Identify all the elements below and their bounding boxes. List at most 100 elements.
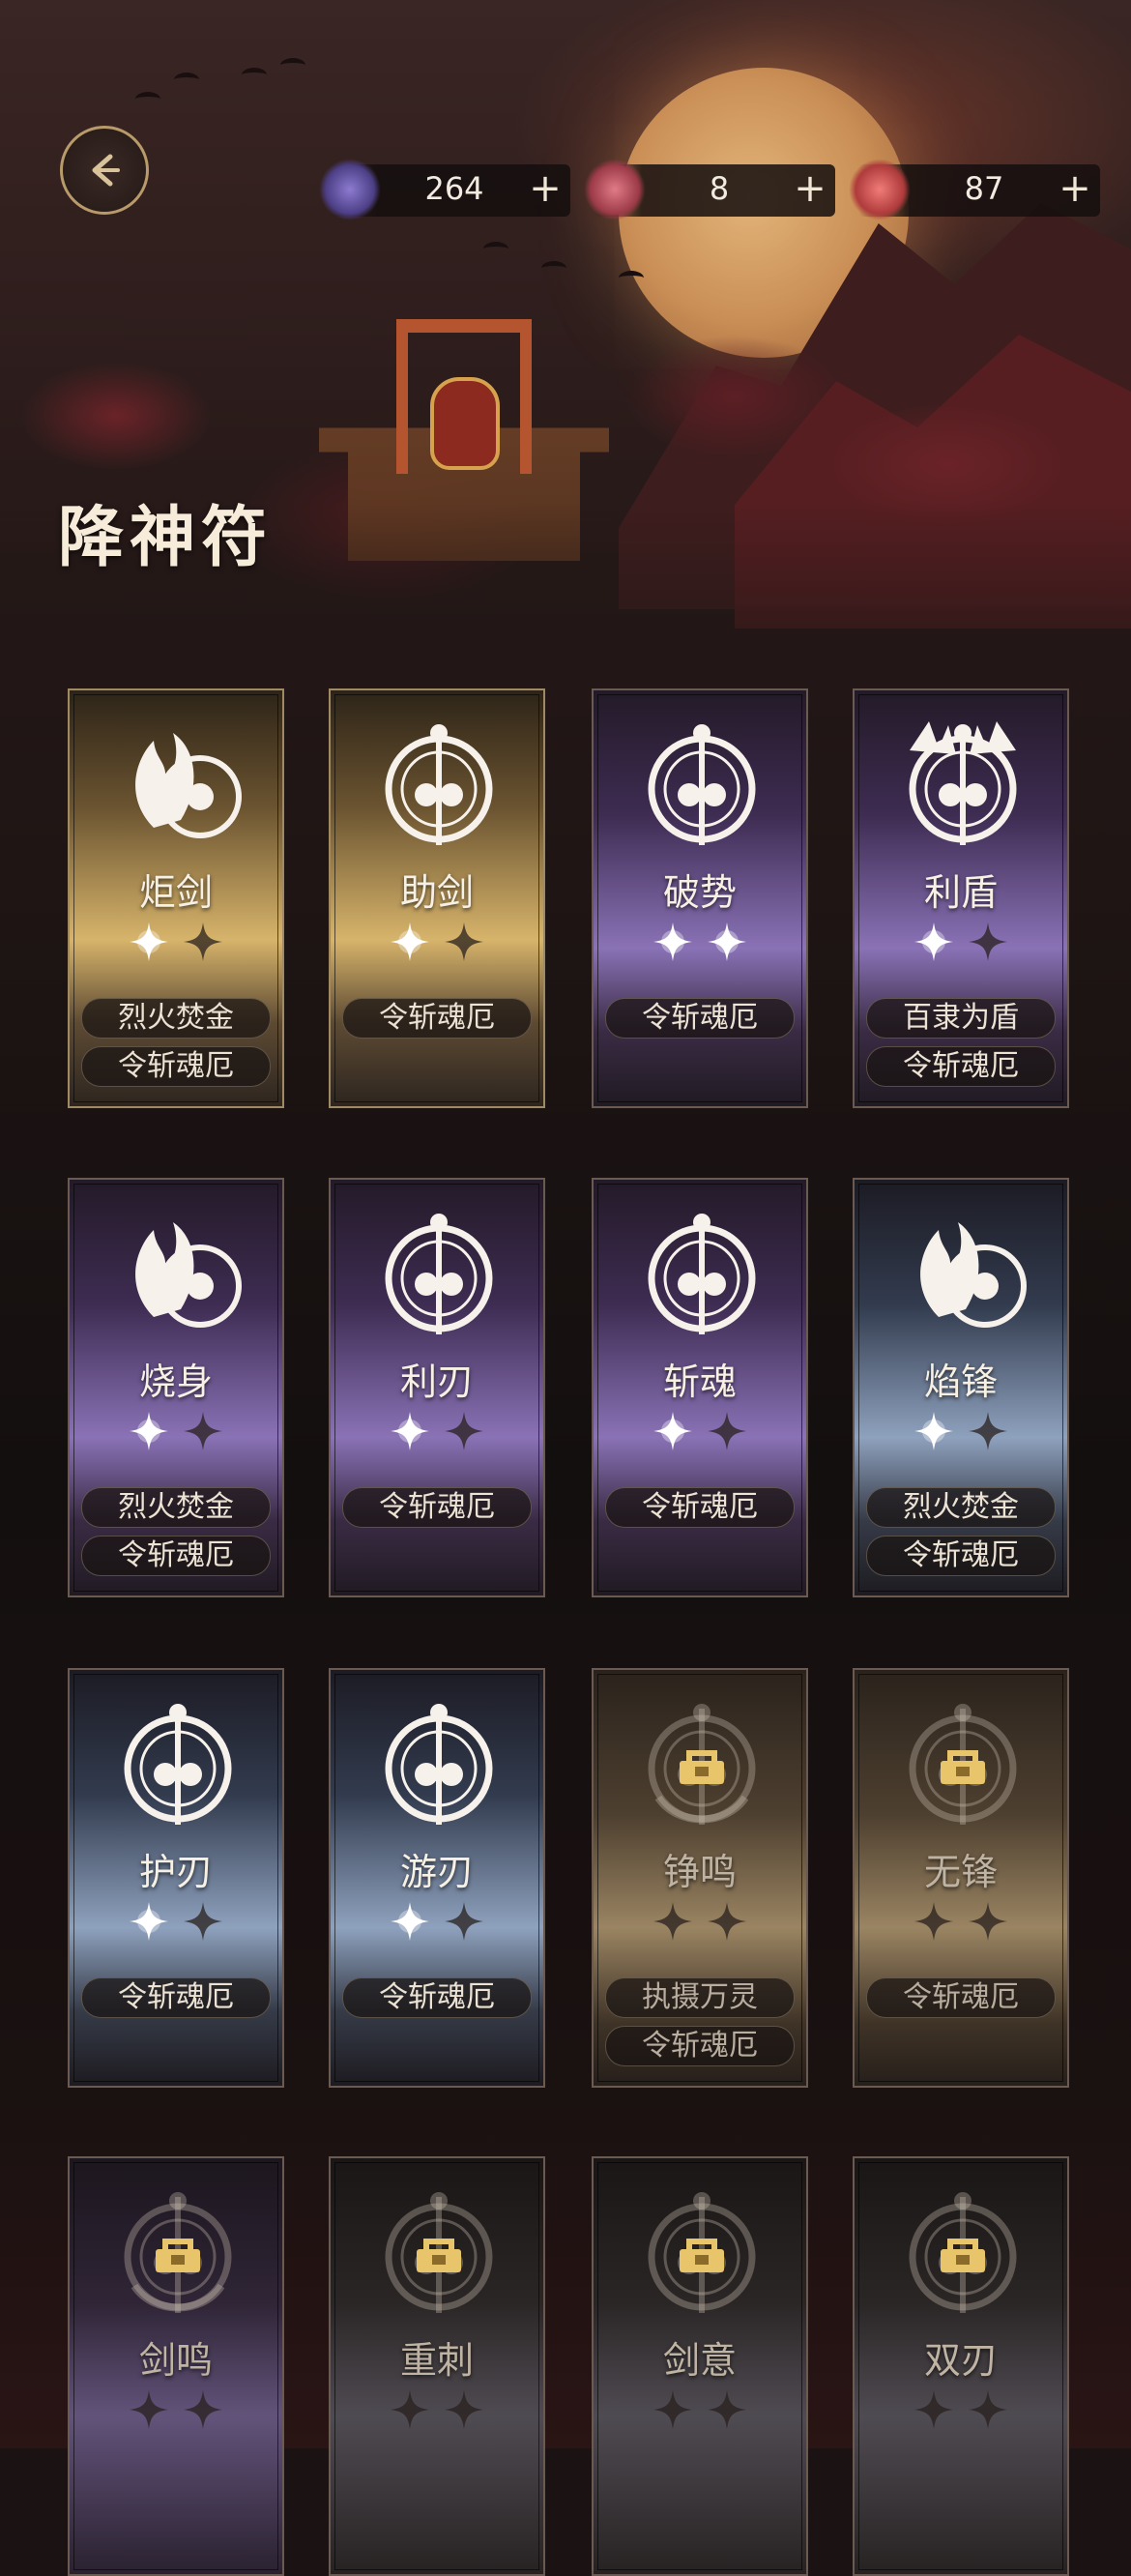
talisman-card[interactable]: 破势 令斩魂厄: [592, 688, 808, 1108]
star-empty-icon: [653, 2390, 692, 2429]
star-rating: [855, 1900, 1067, 1950]
card-name: 斩魂: [662, 1361, 737, 1403]
talisman-card[interactable]: 焰锋 烈火焚金 令斩魂厄: [853, 1178, 1069, 1597]
lock-icon: [939, 1747, 987, 1786]
star-filled-icon: [130, 1412, 168, 1450]
star-empty-icon: [445, 922, 483, 961]
card-tag: 烈火焚金: [81, 998, 271, 1039]
card-tag: 令斩魂厄: [342, 998, 532, 1039]
sword-circle-emblem-icon: [124, 1704, 232, 1825]
star-filled-icon: [914, 922, 953, 961]
card-emblem: [366, 1691, 511, 1836]
star-empty-icon: [969, 1412, 1007, 1450]
card-tag: 令斩魂厄: [866, 1046, 1056, 1087]
talisman-card[interactable]: 助剑 令斩魂厄: [329, 688, 545, 1108]
card-tag: 百隶为盾: [866, 998, 1056, 1039]
star-empty-icon: [914, 2390, 953, 2429]
card-name: 重刺: [399, 2339, 474, 2382]
star-empty-icon: [969, 2390, 1007, 2429]
talisman-card[interactable]: 铮鸣 执摄万灵 令斩魂厄: [592, 1668, 808, 2088]
talisman-card[interactable]: 双刃: [853, 2156, 1069, 2576]
demon-circle-emblem-icon: [909, 721, 1017, 845]
card-name: 利刃: [399, 1361, 474, 1403]
star-rating: [855, 921, 1067, 971]
card-tag: 令斩魂厄: [605, 998, 795, 1039]
star-filled-icon: [708, 922, 746, 961]
card-tag: 烈火焚金: [81, 1487, 271, 1528]
card-emblem: [105, 1201, 250, 1346]
star-filled-icon: [914, 1412, 953, 1450]
card-tag: 令斩魂厄: [81, 1046, 271, 1087]
card-emblem: [366, 712, 511, 857]
star-rating: [855, 2388, 1067, 2439]
star-empty-icon: [445, 2390, 483, 2429]
star-rating: [594, 921, 806, 971]
star-empty-icon: [708, 1412, 746, 1450]
card-name: 剑鸣: [138, 2339, 213, 2382]
card-name: 剑意: [662, 2339, 737, 2382]
lock-icon: [678, 2236, 726, 2274]
star-filled-icon: [391, 922, 429, 961]
star-filled-icon: [391, 1902, 429, 1941]
star-rating: [594, 1900, 806, 1950]
talisman-card[interactable]: 斩魂 令斩魂厄: [592, 1178, 808, 1597]
sword-circle-emblem-icon: [648, 724, 756, 845]
card-name: 铮鸣: [662, 1851, 737, 1893]
star-rating: [594, 1410, 806, 1460]
sword-circle-emblem-icon: [648, 1214, 756, 1334]
card-tag: 令斩魂厄: [81, 1536, 271, 1576]
talisman-card[interactable]: 无锋 令斩魂厄: [853, 1668, 1069, 2088]
card-emblem: [890, 712, 1035, 857]
star-empty-icon: [969, 922, 1007, 961]
card-name: 利盾: [923, 871, 998, 914]
lock-icon: [415, 2236, 463, 2274]
star-rating: [70, 921, 282, 971]
star-filled-icon: [653, 1412, 692, 1450]
star-filled-icon: [130, 922, 168, 961]
star-empty-icon: [445, 1412, 483, 1450]
flame-circle-emblem-icon: [135, 1222, 242, 1328]
card-name: 护刃: [138, 1851, 213, 1893]
star-filled-icon: [391, 1412, 429, 1450]
star-filled-icon: [130, 1902, 168, 1941]
sword-circle-emblem-icon: [385, 1704, 493, 1825]
star-filled-icon: [653, 922, 692, 961]
card-name: 烧身: [138, 1361, 213, 1403]
sword-circle-emblem-icon: [385, 1214, 493, 1334]
talisman-card[interactable]: 剑意: [592, 2156, 808, 2576]
talisman-card[interactable]: 游刃 令斩魂厄: [329, 1668, 545, 2088]
card-emblem: [629, 1201, 774, 1346]
card-name: 双刃: [923, 2339, 998, 2382]
card-name: 助剑: [399, 871, 474, 914]
card-tag: 执摄万灵: [605, 1977, 795, 2018]
star-rating: [70, 2388, 282, 2439]
sword-circle-emblem-icon: [385, 724, 493, 845]
card-emblem: [890, 1201, 1035, 1346]
talisman-card[interactable]: 炬剑烈火焚金令斩魂厄: [68, 688, 284, 1108]
card-emblem: [105, 712, 250, 857]
talisman-card[interactable]: 护刃 令斩魂厄: [68, 1668, 284, 2088]
star-empty-icon: [653, 1902, 692, 1941]
star-rating: [331, 2388, 543, 2439]
card-emblem: [105, 1691, 250, 1836]
star-empty-icon: [184, 1412, 222, 1450]
talisman-card[interactable]: 烧身烈火焚金令斩魂厄: [68, 1178, 284, 1597]
star-rating: [331, 1410, 543, 1460]
star-rating: [70, 1410, 282, 1460]
star-empty-icon: [391, 2390, 429, 2429]
talisman-card[interactable]: 剑鸣: [68, 2156, 284, 2576]
star-empty-icon: [914, 1902, 953, 1941]
flame-circle-emblem-icon: [135, 733, 242, 838]
star-empty-icon: [969, 1902, 1007, 1941]
talisman-card[interactable]: 利盾百隶为盾令斩魂厄: [853, 688, 1069, 1108]
talisman-card[interactable]: 重刺: [329, 2156, 545, 2576]
talisman-card[interactable]: 利刃 令斩魂厄: [329, 1178, 545, 1597]
card-tag: 烈火焚金: [866, 1487, 1056, 1528]
card-tag: 令斩魂厄: [866, 1536, 1056, 1576]
star-rating: [594, 2388, 806, 2439]
card-name: 炬剑: [138, 871, 213, 914]
star-empty-icon: [184, 922, 222, 961]
star-empty-icon: [708, 2390, 746, 2429]
star-rating: [70, 1900, 282, 1950]
star-empty-icon: [445, 1902, 483, 1941]
